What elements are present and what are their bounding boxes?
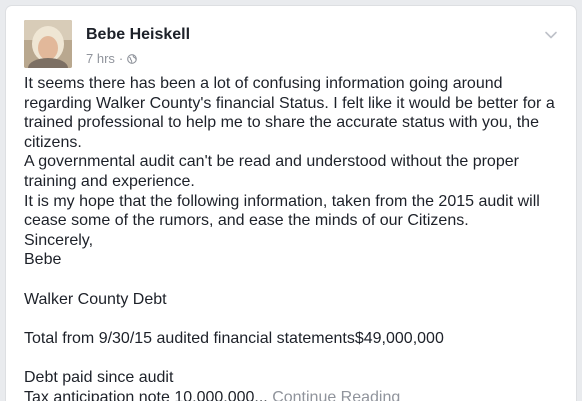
continue-reading-link[interactable]: Continue Reading — [272, 389, 400, 401]
tax-note-text: Tax anticipation note 10,000,000... — [24, 388, 268, 401]
tax-note-line: Tax anticipation note 10,000,000... Cont… — [24, 388, 569, 401]
feed-page: Bebe Heiskell 7 hrs · It seems there has… — [0, 0, 582, 401]
debt-paid-heading: Debt paid since audit — [24, 368, 174, 386]
post-paragraph: It seems there has been a lot of confusi… — [24, 75, 555, 151]
chevron-down-icon[interactable] — [544, 28, 558, 42]
author-name[interactable]: Bebe Heiskell — [86, 26, 190, 44]
avatar[interactable] — [24, 20, 72, 68]
post-paragraph: A governmental audit can't be read and u… — [24, 153, 519, 190]
post-paragraph: Sincerely, — [24, 231, 94, 249]
post-paragraph: It is my hope that the following informa… — [24, 192, 540, 230]
meta-separator: · — [118, 51, 124, 66]
post-meta: 7 hrs · — [86, 51, 138, 66]
post-paragraph: Bebe — [24, 251, 62, 269]
post-timestamp[interactable]: 7 hrs — [86, 51, 115, 66]
globe-icon[interactable] — [127, 53, 138, 64]
avatar-photo — [24, 20, 72, 68]
total-debt-line: Total from 9/30/15 audited financial sta… — [24, 329, 444, 347]
post-card: Bebe Heiskell 7 hrs · It seems there has… — [6, 6, 576, 401]
debt-heading: Walker County Debt — [24, 290, 167, 308]
post-text: It seems there has been a lot of confusi… — [24, 74, 569, 401]
